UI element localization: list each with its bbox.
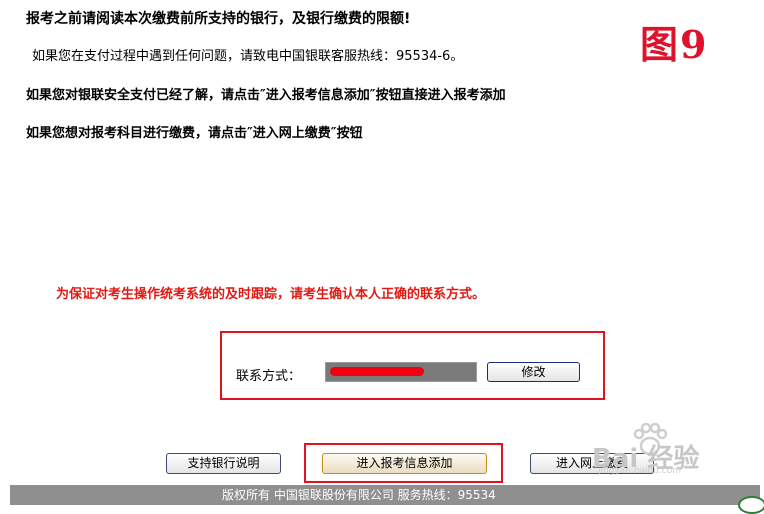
contact-label: 联系方式： (236, 369, 302, 384)
logo-icon (738, 496, 764, 514)
notice-line-payment: 如果您想对报考科目进行缴费，请点击″进入网上缴费″按钮 (26, 126, 363, 141)
footer-text: 版权所有 中国银联股份有限公司 服务热线：95534 (222, 488, 496, 502)
redaction-mark (330, 367, 424, 376)
watermark-url: jingyan.baidu.com (598, 466, 682, 476)
notice-line-banks: 报考之前请阅读本次缴费前所支持的银行，及银行缴费的限额! (26, 11, 411, 27)
notice-line-hotline: 如果您在支付过程中遇到任何问题，请致电中国银联客服热线：95534-6。 (32, 49, 464, 64)
contact-field[interactable] (325, 362, 477, 382)
contact-warning: 为保证对考生操作统考系统的及时跟踪，请考生确认本人正确的联系方式。 (56, 287, 486, 302)
figure-label: 图9 (640, 22, 709, 67)
notice-line-add-info: 如果您对银联安全支付已经了解，请点击″进入报考信息添加″按钮直接进入报考添加 (26, 88, 506, 103)
bank-info-button[interactable]: 支持银行说明 (166, 453, 281, 474)
add-info-button[interactable]: 进入报考信息添加 (322, 453, 487, 474)
modify-button[interactable]: 修改 (487, 362, 580, 382)
footer-bar: 版权所有 中国银联股份有限公司 服务热线：95534 (10, 485, 760, 505)
